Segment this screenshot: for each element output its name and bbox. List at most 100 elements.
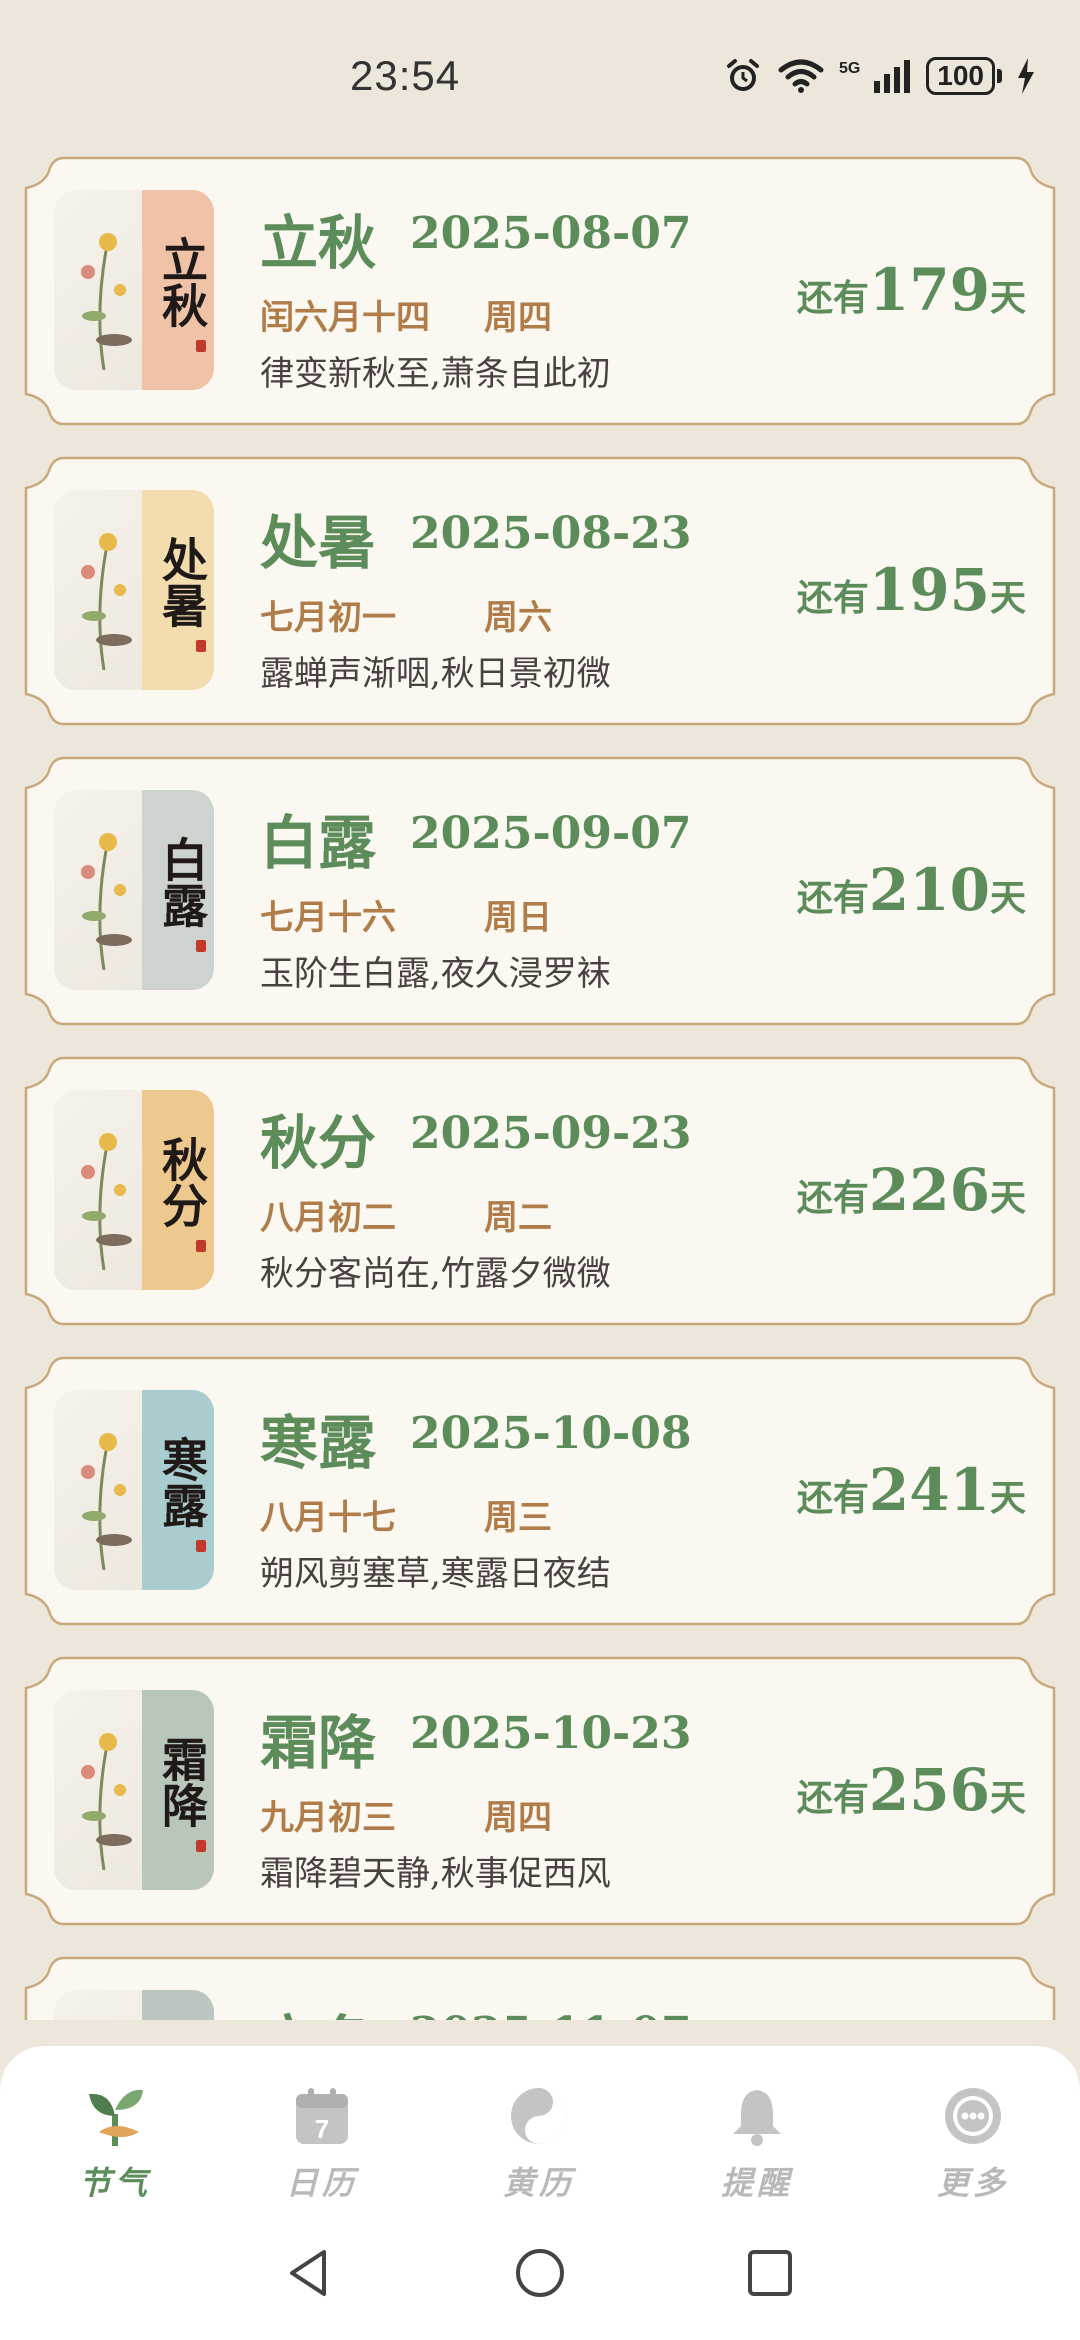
term-poem: 秋分客尚在,竹露夕微微 [260,1254,611,1294]
network-type: 5G [838,60,861,77]
weekday: 周日 [484,898,552,938]
status-bar: 23:54 5G 100 [0,0,1080,150]
term-date: 2025-08-07 [410,208,692,259]
term-name: 立冬 [260,1996,376,2020]
seal-stamp [196,1540,206,1552]
back-icon[interactable] [284,2246,334,2304]
thumbnail-title: 霜降 [155,1736,209,1828]
countdown-days: 210 [868,856,990,924]
countdown-suffix: 天 [989,877,1026,919]
tab-label: 日历 [285,2164,358,2202]
tab-sprout[interactable]: 节气 [45,2080,185,2204]
term-thumbnail: 处暑 [54,490,214,690]
thumbnail-title: 白露 [155,836,209,928]
weekday: 周四 [484,1798,552,1838]
solar-term-card[interactable]: 立秋 立秋 2025-08-07 闰六月十四 周四 律变新秋至,萧条自此初 还有 179 天 [24,156,1056,426]
solar-term-card[interactable]: 霜降 霜降 2025-10-23 九月初三 周四霜降碧天静,秋事促西风 还有 256 天 [24,1656,1056,1926]
lunar-date: 八月十七 [260,1498,396,1538]
countdown-days: 195 [868,556,990,624]
lunar-date: 八月初二 [260,1198,396,1238]
weekday: 周二 [484,1198,552,1238]
countdown: 还有 195 天 [797,556,1026,624]
term-poem: 露蝉声渐咽,秋日景初微 [260,654,611,694]
status-icons: 5G 100 [723,56,1036,96]
countdown-prefix: 还有 [796,1477,869,1519]
countdown-suffix: 天 [989,277,1026,319]
term-name: 寒露 [260,1409,377,1477]
flower-illustration-icon [81,1733,132,1870]
flower-illustration-icon [81,233,132,370]
countdown-days: 256 [868,1756,990,1824]
seal-stamp [196,940,206,952]
solar-term-card[interactable]: 秋分 秋分 2025-09-23 八月初二 周二 秋分客尚在,竹露夕微微 还有 226 天 [24,1056,1056,1326]
term-date: 2025-10-08 [410,1408,692,1459]
system-nav-bar [0,2226,1080,2340]
countdown-suffix: 天 [989,1777,1026,1819]
flower-illustration-icon [81,533,132,670]
bottom-nav: 节气 7 日历 黄历 提醒 更多 [0,2046,1080,2226]
bell-icon [687,2080,827,2152]
thumbnail-title: 寒露 [155,1436,209,1528]
sprout-icon [45,2080,185,2152]
term-date: 2025-10-23 [410,1708,692,1759]
term-poem: 玉阶生白露,夜久浸罗袜 [260,954,611,994]
countdown: 还有 256 天 [797,1756,1026,1824]
term-name: 白露 [260,809,377,877]
countdown: 还有 210 天 [797,856,1026,924]
more-icon [903,2080,1043,2152]
tab-label: 黄历 [502,2164,575,2202]
status-time: 23:54 [350,52,461,99]
recents-icon[interactable] [744,2246,794,2304]
thumbnail-title: 秋分 [155,1136,209,1228]
seal-stamp [196,340,206,352]
svg-text:7: 7 [315,2114,329,2144]
weekday: 周四 [484,298,552,338]
countdown-prefix: 还有 [796,277,869,319]
solar-term-card[interactable]: 寒露 寒露 2025-10-08 八月十七 周三 朔风剪塞草,寒露日夜结 还有 241 天 [24,1356,1056,1626]
tab-label: 提醒 [720,2164,793,2202]
term-name: 处暑 [260,509,377,577]
lunar-date: 闰六月十四 [260,298,430,338]
thumbnail-title: 处暑 [155,536,209,628]
term-thumbnail: 秋分 [54,1090,214,1290]
tab-calendar[interactable]: 7 日历 [252,2080,392,2204]
term-date: 2025-11-07 [410,2008,691,2020]
term-poem: 霜降碧天静,秋事促西风 [260,1854,611,1894]
flower-illustration-icon [81,833,132,970]
solar-term-card[interactable]: 处暑 处暑 2025-08-23 七月初一 周六 露蝉声渐咽,秋日景初微 还有 195 天 [24,456,1056,726]
calendar-icon: 7 [252,2080,392,2152]
term-poem: 朔风剪塞草,寒露日夜结 [260,1554,611,1594]
countdown: 还有 179 天 [797,256,1026,324]
thumbnail-title-strip [142,1990,214,2020]
solar-term-card[interactable]: 立冬 立冬 2025-11-07 [24,1956,1056,2020]
seal-stamp [196,1240,206,1252]
countdown-prefix: 还有 [796,1777,869,1819]
solar-term-list[interactable]: 立秋 立秋 2025-08-07 闰六月十四 周四 律变新秋至,萧条自此初 还有 179 天处暑… [0,150,1080,2020]
alarm-icon [723,56,763,96]
countdown-prefix: 还有 [796,877,869,919]
weekday: 周三 [484,1498,552,1538]
countdown-prefix: 还有 [796,1177,869,1219]
tab-bell[interactable]: 提醒 [687,2080,827,2204]
lunar-date: 七月初一 [260,598,396,638]
home-icon[interactable] [513,2246,567,2304]
battery-tip [997,69,1002,83]
wifi-icon [777,58,825,94]
thumbnail-title: 立秋 [155,236,209,328]
lunar-date: 七月十六 [260,898,396,938]
countdown-prefix: 还有 [796,577,869,619]
countdown-days: 179 [868,256,990,324]
seal-stamp [196,640,206,652]
solar-term-card[interactable]: 白露 白露 2025-09-07 七月十六 周日玉阶生白露,夜久浸罗袜 还有 210 天 [24,756,1056,1026]
term-thumbnail: 立冬 [54,1990,214,2020]
term-date: 2025-09-07 [410,808,692,859]
term-thumbnail: 白露 [54,790,214,990]
countdown-suffix: 天 [989,1177,1026,1219]
term-name: 霜降 [260,1709,377,1777]
tab-yin-yang[interactable]: 黄历 [469,2080,609,2204]
yin-yang-icon [469,2080,609,2152]
lunar-date: 九月初三 [260,1798,396,1838]
weekday: 周六 [484,598,552,638]
term-thumbnail: 寒露 [54,1390,214,1590]
tab-more[interactable]: 更多 [903,2080,1043,2204]
